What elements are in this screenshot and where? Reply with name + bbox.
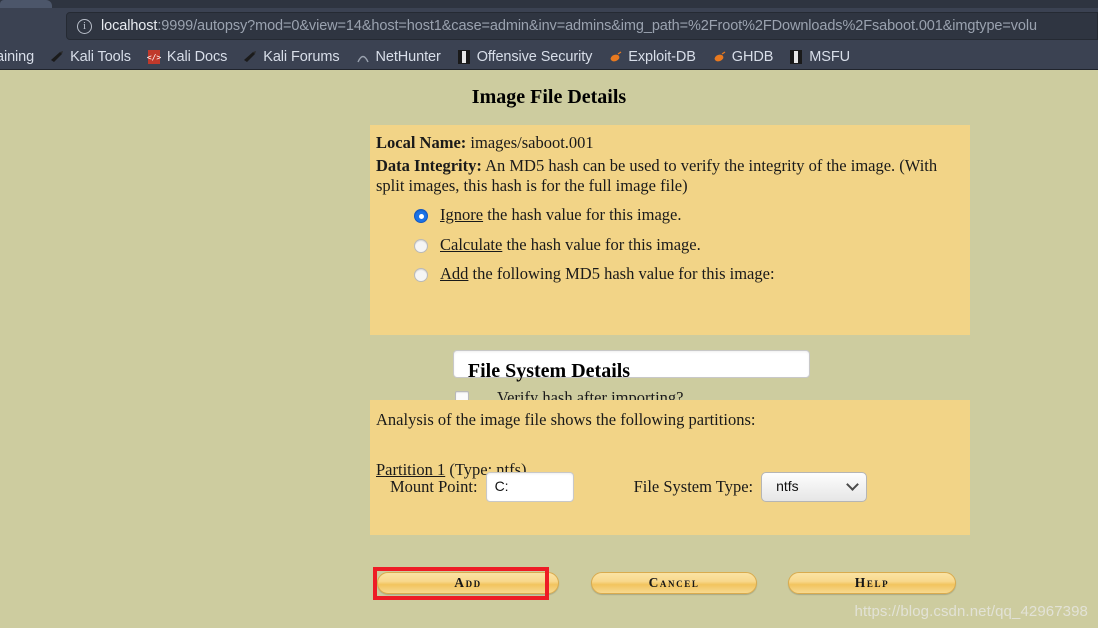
fs-type-label: File System Type: [633, 476, 754, 496]
hash-option-add-keyword[interactable]: Add [440, 264, 468, 283]
kali-dragon-icon [242, 49, 258, 65]
msfu-icon [788, 49, 804, 65]
bookmark-label: Offensive Security [476, 49, 593, 65]
mount-point-input[interactable]: C: [485, 472, 574, 502]
data-integrity-label: Data Integrity: [376, 156, 482, 176]
bookmark-label: Exploit-DB [628, 49, 696, 65]
bookmark-exploit-db[interactable]: Exploit-DB [607, 49, 696, 65]
bookmark-nethunter[interactable]: NetHunter [355, 49, 441, 65]
bookmarks-bar: aining Kali Tools </> Kali Docs Kali For… [0, 44, 1098, 70]
page-title-file-system-details: File System Details [467, 360, 631, 382]
ghdb-icon [711, 49, 727, 65]
radio-add[interactable] [414, 267, 428, 282]
bookmark-offensive-security[interactable]: Offensive Security [456, 49, 593, 65]
bookmark-msfu[interactable]: MSFU [788, 49, 850, 65]
exploitdb-icon [607, 49, 623, 65]
fs-controls-row: Mount Point: C: File System Type: ntfs [370, 472, 970, 502]
bookmark-label: aining [0, 49, 35, 65]
help-button[interactable]: Help [788, 572, 956, 594]
offsec-icon [456, 49, 472, 65]
browser-chrome: i localhost:9999/autopsy?mod=0&view=14&h… [0, 0, 1098, 70]
hash-option-add-rest: the following MD5 hash value for this im… [468, 263, 775, 283]
hash-option-ignore-rest: the hash value for this image. [483, 205, 682, 225]
bookmark-kali-forums[interactable]: Kali Forums [242, 49, 340, 65]
bookmark-kali-docs[interactable]: </> Kali Docs [146, 49, 228, 65]
fs-type-selected-value: ntfs [776, 478, 799, 495]
browser-tab-active[interactable] [0, 0, 52, 8]
hash-option-calculate-rest: the hash value for this image. [502, 234, 701, 254]
bookmark-training[interactable]: aining [0, 49, 34, 65]
chevron-down-icon [846, 478, 859, 491]
bookmark-label: Kali Tools [70, 49, 131, 65]
bookmark-kali-tools[interactable]: Kali Tools [49, 49, 131, 65]
address-bar-host: localhost [101, 18, 158, 34]
address-bar[interactable]: i localhost:9999/autopsy?mod=0&view=14&h… [66, 12, 1098, 40]
local-name-row: Local Name: images/saboot.001 [372, 133, 970, 153]
hash-option-add-label: Add the following MD5 hash value for thi… [440, 264, 775, 284]
hash-option-calculate-label: Calculate the hash value for this image. [440, 235, 701, 255]
bookmark-ghdb[interactable]: GHDB [711, 49, 774, 65]
mount-point-label: Mount Point: [390, 476, 478, 496]
cancel-button[interactable]: Cancel [591, 572, 757, 594]
fs-analysis-text: Analysis of the image file shows the fol… [376, 410, 756, 429]
radio-ignore[interactable] [414, 209, 428, 224]
local-name-label: Local Name: [376, 133, 467, 152]
page-title-image-file-details: Image File Details [471, 86, 627, 108]
bookmark-label: Kali Docs [166, 49, 228, 65]
hash-option-ignore-label: Ignore the hash value for this image. [440, 205, 681, 225]
file-system-details-panel: Analysis of the image file shows the fol… [370, 400, 970, 535]
radio-calculate[interactable] [414, 238, 428, 253]
form-buttons: Add Cancel Help [370, 565, 970, 605]
kali-docs-icon: </> [146, 49, 162, 65]
image-file-details-panel: Local Name: images/saboot.001 Data Integ… [370, 125, 970, 335]
hash-option-add[interactable]: Add the following MD5 hash value for thi… [372, 264, 970, 284]
hash-option-ignore-keyword[interactable]: Ignore [440, 205, 483, 224]
tab-strip [0, 0, 1098, 8]
watermark: https://blog.csdn.net/qq_42967398 [854, 603, 1088, 620]
hash-option-calculate[interactable]: Calculate the hash value for this image. [372, 235, 970, 255]
kali-dragon-icon [49, 49, 65, 65]
data-integrity-row: Data Integrity: An MD5 hash can be used … [372, 156, 970, 196]
hash-option-ignore[interactable]: Ignore the hash value for this image. [372, 205, 970, 225]
info-icon[interactable]: i [77, 18, 92, 34]
autopsy-page: Image File Details Local Name: images/sa… [0, 70, 1098, 628]
fs-type-select[interactable]: ntfs [761, 472, 868, 502]
hash-option-calculate-keyword[interactable]: Calculate [440, 235, 502, 254]
bookmark-label: NetHunter [375, 49, 441, 65]
bookmark-label: GHDB [731, 49, 774, 65]
add-button-highlight [373, 567, 549, 600]
bookmark-label: Kali Forums [263, 49, 340, 65]
svg-text:</>: </> [147, 53, 161, 62]
address-bar-text: localhost:9999/autopsy?mod=0&view=14&hos… [101, 18, 1037, 34]
nethunter-icon [355, 49, 371, 65]
address-bar-path: :9999/autopsy?mod=0&view=14&host=host1&c… [157, 18, 1037, 34]
bookmark-label: MSFU [809, 49, 850, 65]
local-name-value: images/saboot.001 [470, 133, 594, 152]
